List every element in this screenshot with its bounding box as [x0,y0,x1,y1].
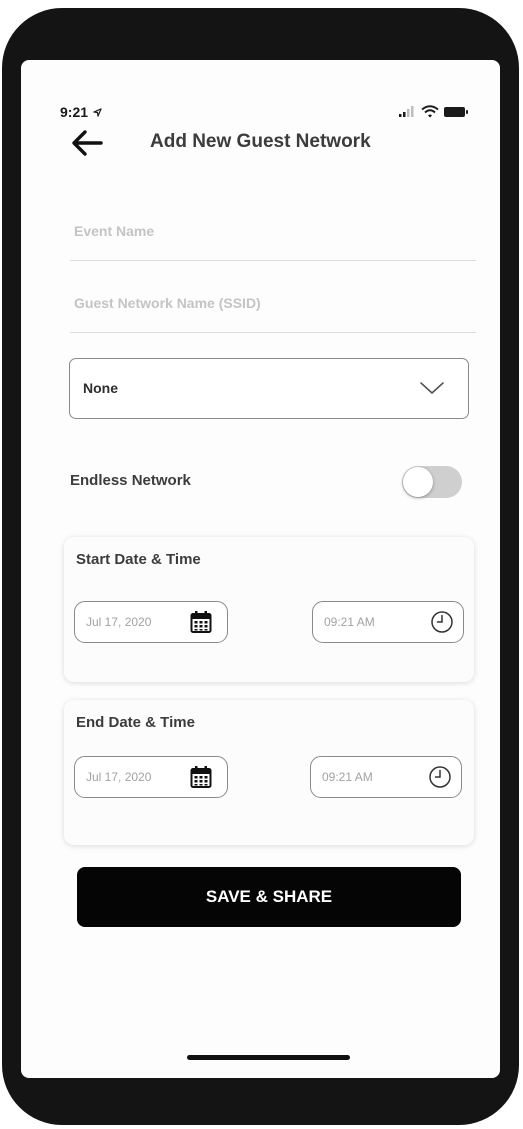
start-time-value: 09:21 AM [324,615,375,629]
calendar-icon [190,766,212,788]
end-date-picker[interactable]: Jul 17, 2020 [74,756,228,798]
start-date-time-title: Start Date & Time [76,551,201,568]
end-date-time-title: End Date & Time [76,714,195,731]
save-and-share-label: SAVE & SHARE [205,887,333,906]
dropdown-selected-value: None [83,380,118,396]
event-name-underline [70,260,476,261]
security-dropdown[interactable]: None [69,358,469,419]
signal-icon [399,106,414,117]
end-time-value: 09:21 AM [322,770,373,784]
back-arrow-icon[interactable] [70,128,104,158]
start-date-picker[interactable]: Jul 17, 2020 [74,601,228,643]
save-and-share-button[interactable]: SAVE & SHARE [77,867,461,927]
status-time: 9:21 [60,104,102,120]
endless-network-label: Endless Network [70,472,191,489]
wifi-icon [421,105,439,118]
clock-icon [431,611,453,633]
start-date-value: Jul 17, 2020 [86,615,152,629]
battery-icon [444,107,468,117]
endless-network-toggle[interactable] [402,466,462,498]
end-date-time-card: End Date & Time Jul 17, 2020 09:21 AM [64,700,474,845]
calendar-icon [190,611,212,633]
end-date-value: Jul 17, 2020 [86,770,152,784]
ssid-underline [70,332,476,333]
status-icons [398,105,468,119]
page-title: Add New Guest Network [150,131,371,152]
ssid-placeholder[interactable]: Guest Network Name (SSID) [74,295,261,311]
home-indicator[interactable] [187,1055,350,1060]
end-time-picker[interactable]: 09:21 AM [310,756,462,798]
location-icon [93,108,102,117]
start-date-time-card: Start Date & Time Jul 17, 2020 09:21 AM [64,537,474,682]
start-time-picker[interactable]: 09:21 AM [312,601,464,643]
chevron-down-icon [420,382,444,394]
clock-icon [429,766,451,788]
toggle-knob [403,467,433,497]
event-name-placeholder[interactable]: Event Name [74,223,154,239]
